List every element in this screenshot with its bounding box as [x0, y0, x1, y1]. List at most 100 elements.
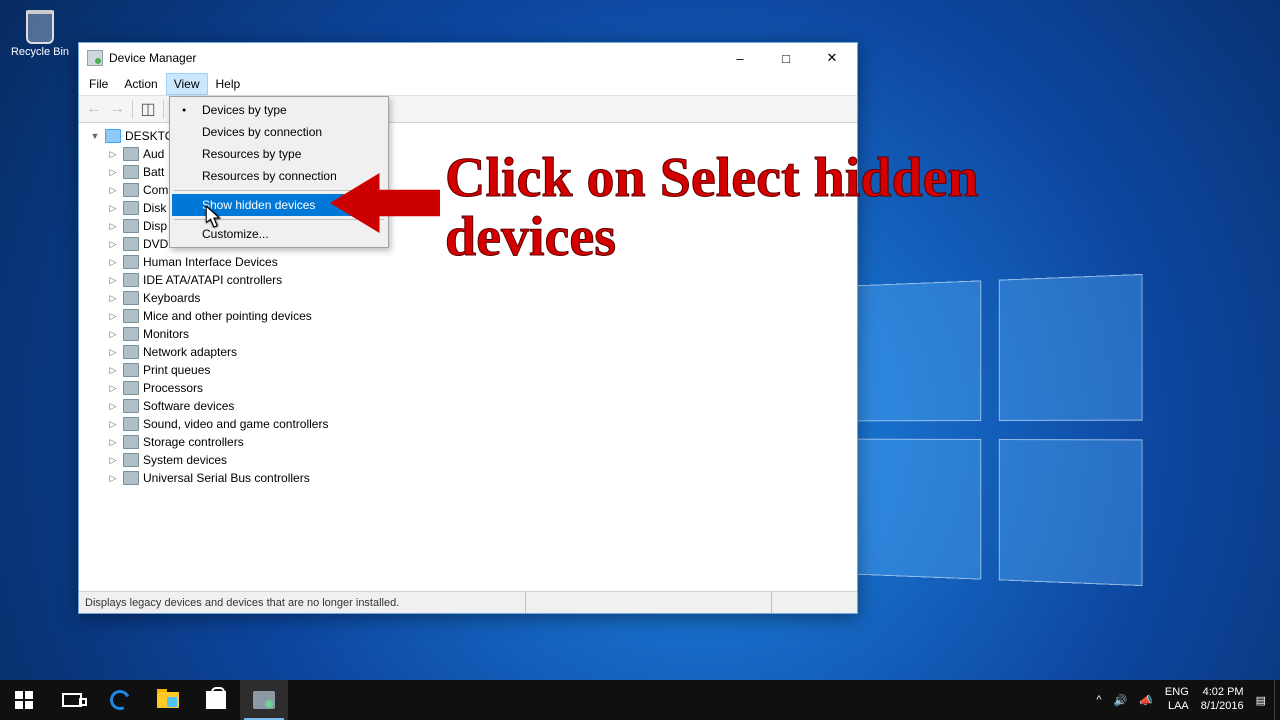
folder-icon [157, 692, 179, 708]
task-view-icon [62, 693, 82, 707]
expander-icon[interactable]: ▷ [107, 454, 119, 466]
taskbar-file-explorer[interactable] [144, 680, 192, 720]
device-icon [123, 237, 139, 251]
show-desktop-button[interactable] [1274, 680, 1280, 720]
node-label: Aud [143, 147, 164, 161]
language-indicator[interactable]: ENG LAA [1165, 686, 1189, 714]
expander-icon[interactable]: ▷ [107, 382, 119, 394]
menu-item-devices-by-type[interactable]: Devices by type [172, 99, 386, 121]
expander-icon[interactable]: ▷ [107, 418, 119, 430]
lang-line2: LAA [1165, 700, 1189, 714]
device-icon [123, 381, 139, 395]
start-button[interactable] [0, 680, 48, 720]
expander-icon[interactable]: ▷ [107, 292, 119, 304]
tray-overflow-button[interactable]: ^ [1096, 694, 1101, 706]
menu-file[interactable]: File [81, 73, 116, 95]
device-icon [123, 399, 139, 413]
menu-separator [174, 190, 384, 191]
tree-node[interactable]: ▷ Universal Serial Bus controllers [79, 469, 857, 487]
taskbar-store[interactable] [192, 680, 240, 720]
device-icon [123, 471, 139, 485]
menu-item-resources-by-type[interactable]: Resources by type [172, 143, 386, 165]
node-label: Disk [143, 201, 166, 215]
device-manager-icon [253, 691, 275, 709]
tree-node[interactable]: ▷Monitors [79, 325, 857, 343]
device-icon [123, 219, 139, 233]
expander-icon[interactable]: ▷ [107, 256, 119, 268]
expander-icon[interactable]: ▷ [107, 310, 119, 322]
expander-icon[interactable]: ▷ [107, 346, 119, 358]
node-label: Universal Serial Bus controllers [143, 471, 310, 485]
expander-icon[interactable]: ▷ [107, 328, 119, 340]
device-icon [123, 291, 139, 305]
network-icon[interactable]: 🔊 [1114, 694, 1128, 707]
node-label: DVD [143, 237, 168, 251]
minimize-button[interactable]: – [717, 43, 763, 73]
close-button[interactable]: ✕ [809, 43, 855, 73]
tree-node[interactable]: ▷Sound, video and game controllers [79, 415, 857, 433]
expander-icon[interactable]: ▷ [107, 184, 119, 196]
status-divider [771, 592, 851, 613]
device-icon [123, 201, 139, 215]
expander-icon[interactable]: ▷ [107, 364, 119, 376]
window-title: Device Manager [109, 51, 196, 65]
menu-view[interactable]: View [166, 73, 208, 95]
expander-icon[interactable]: ▷ [107, 274, 119, 286]
menu-item-customize[interactable]: Customize... [172, 223, 386, 245]
root-label: DESKTO [125, 129, 174, 143]
tree-node[interactable]: ▷Mice and other pointing devices [79, 307, 857, 325]
expander-icon[interactable]: ▷ [107, 148, 119, 160]
device-icon [123, 273, 139, 287]
expander-icon[interactable]: ▷ [107, 238, 119, 250]
expander-icon[interactable]: ▼ [89, 130, 101, 142]
clock[interactable]: 4:02 PM 8/1/2016 [1201, 686, 1244, 714]
node-label: Disp [143, 219, 167, 233]
task-view-button[interactable] [48, 680, 96, 720]
menu-separator [174, 219, 384, 220]
status-bar: Displays legacy devices and devices that… [79, 591, 857, 613]
taskbar-device-manager[interactable] [240, 680, 288, 720]
tree-node[interactable]: ▷ Storage controllers [79, 433, 857, 451]
device-icon [123, 183, 139, 197]
recycle-bin-icon [20, 4, 60, 44]
tree-node[interactable]: ▷ Processors [79, 379, 857, 397]
view-menu-dropdown: Devices by type Devices by connection Re… [169, 96, 389, 248]
taskbar-edge[interactable] [96, 680, 144, 720]
show-hide-tree-button[interactable]: ◫ [137, 98, 159, 120]
tree-node[interactable]: ▷System devices [79, 451, 857, 469]
expander-icon[interactable]: ▷ [107, 436, 119, 448]
volume-icon[interactable]: 📣 [1139, 694, 1153, 707]
system-tray: ^ 🔊 📣 ENG LAA 4:02 PM 8/1/2016 ▤ [1088, 680, 1274, 720]
lang-line1: ENG [1165, 686, 1189, 700]
device-icon [123, 165, 139, 179]
node-label: Storage controllers [143, 435, 244, 449]
tree-node[interactable]: ▷ Human Interface Devices [79, 253, 857, 271]
menu-bar: File Action View Help [79, 73, 857, 95]
expander-icon[interactable]: ▷ [107, 220, 119, 232]
clock-date: 8/1/2016 [1201, 700, 1244, 714]
expander-icon[interactable]: ▷ [107, 202, 119, 214]
menu-item-show-hidden-devices[interactable]: Show hidden devices [172, 194, 386, 216]
status-divider [525, 592, 645, 613]
menu-item-devices-by-connection[interactable]: Devices by connection [172, 121, 386, 143]
menu-action[interactable]: Action [116, 73, 165, 95]
expander-icon[interactable]: ▷ [107, 472, 119, 484]
action-center-button[interactable]: ▤ [1256, 694, 1266, 707]
tree-node[interactable]: ▷Network adapters [79, 343, 857, 361]
device-icon [123, 147, 139, 161]
tree-node[interactable]: ▷ IDE ATA/ATAPI controllers [79, 271, 857, 289]
expander-icon[interactable]: ▷ [107, 400, 119, 412]
menu-item-resources-by-connection[interactable]: Resources by connection [172, 165, 386, 187]
expander-icon[interactable]: ▷ [107, 166, 119, 178]
menu-help[interactable]: Help [208, 73, 249, 95]
tree-node[interactable]: ▷Print queues [79, 361, 857, 379]
tree-node[interactable]: ▷ Software devices [79, 397, 857, 415]
recycle-bin[interactable]: Recycle Bin [8, 4, 72, 58]
node-label: Software devices [143, 399, 234, 413]
node-label: Human Interface Devices [143, 255, 278, 269]
node-label: Processors [143, 381, 203, 395]
tree-node[interactable]: ▷Keyboards [79, 289, 857, 307]
node-label: IDE ATA/ATAPI controllers [143, 273, 282, 287]
maximize-button[interactable]: □ [763, 43, 809, 73]
title-bar[interactable]: Device Manager – □ ✕ [79, 43, 857, 73]
